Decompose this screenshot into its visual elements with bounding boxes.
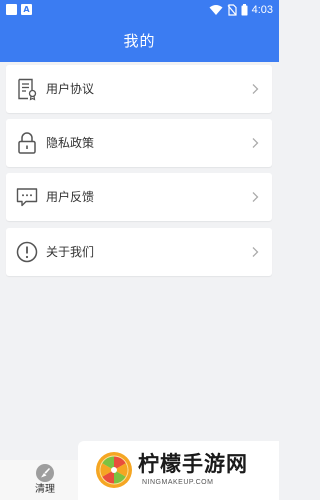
lemon-logo-icon — [96, 452, 132, 488]
tab-clean[interactable]: 清理 — [21, 462, 69, 500]
menu-label: 关于我们 — [46, 245, 95, 259]
app-icon — [6, 4, 17, 15]
menu-label: 用户协议 — [46, 82, 95, 96]
chat-icon — [16, 188, 38, 207]
document-icon — [18, 78, 37, 101]
title-bar: 我的 — [0, 20, 279, 62]
menu-item-user-agreement[interactable]: 用户协议 — [6, 65, 272, 113]
chevron-right-icon — [252, 84, 259, 94]
menu-label: 用户反馈 — [46, 190, 95, 204]
watermark: 柠檬手游网 NINGMAKEUP.COM — [78, 441, 279, 500]
status-left-icons: A — [6, 4, 32, 15]
status-right-icons: 4:03 — [209, 3, 273, 17]
a-icon: A — [21, 4, 32, 15]
watermark-title: 柠檬手游网 — [138, 452, 248, 476]
status-time: 4:03 — [251, 4, 273, 16]
chevron-right-icon — [252, 247, 259, 257]
menu-item-privacy-policy[interactable]: 隐私政策 — [6, 119, 272, 167]
menu-item-about-us[interactable]: 关于我们 — [6, 228, 272, 276]
menu-item-user-feedback[interactable]: 用户反馈 — [6, 173, 272, 221]
clean-icon — [36, 464, 54, 482]
lock-icon — [18, 132, 36, 154]
tab-clean-label: 清理 — [35, 484, 55, 495]
info-icon — [16, 241, 38, 263]
no-sim-icon — [227, 4, 237, 16]
wifi-icon — [209, 5, 223, 15]
chevron-right-icon — [252, 192, 259, 202]
battery-icon — [241, 4, 248, 16]
status-bar: A 4:03 — [0, 0, 279, 20]
menu-label: 隐私政策 — [46, 136, 95, 150]
page-title: 我的 — [123, 32, 156, 50]
chevron-right-icon — [252, 138, 259, 148]
watermark-subtitle: NINGMAKEUP.COM — [142, 479, 214, 486]
